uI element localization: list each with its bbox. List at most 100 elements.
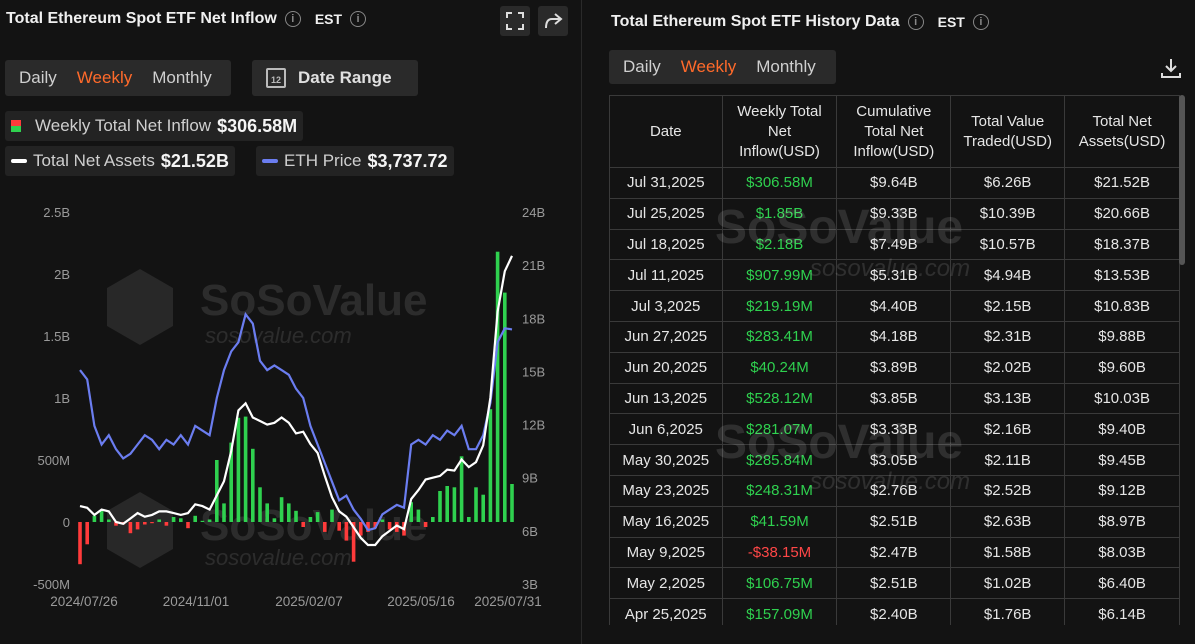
inflow-chart: SoSoValuesosovalue.comSoSoValuesosovalue…	[0, 195, 575, 615]
inflow-bar	[323, 522, 327, 532]
col-total-value-traded[interactable]: Total Value Traded(USD)	[951, 96, 1065, 168]
cell-date: Jul 31,2025	[610, 168, 723, 199]
inflow-bar	[244, 417, 248, 522]
inflow-bar	[337, 522, 341, 531]
history-table-wrap[interactable]: Date Weekly Total Net Inflow(USD) Cumula…	[609, 95, 1180, 625]
inflow-bar	[474, 487, 478, 522]
inflow-bar	[222, 503, 226, 522]
inflow-bar	[438, 491, 442, 522]
col-total-net-assets[interactable]: Total Net Assets(USD)	[1065, 96, 1180, 168]
share-icon[interactable]	[538, 6, 568, 36]
table-row[interactable]: May 9,2025-$38.15M$2.47B$1.58B$8.03B	[610, 537, 1180, 568]
table-row[interactable]: Jul 25,2025$1.85B$9.33B$10.39B$20.66B	[610, 198, 1180, 229]
chart-interval-tabs: Daily Weekly Monthly	[5, 60, 231, 96]
table-row[interactable]: May 23,2025$248.31M$2.76B$2.52B$9.12B	[610, 475, 1180, 506]
cell-total-net-assets: $9.12B	[1065, 475, 1180, 506]
table-timezone-info-icon[interactable]: i	[973, 14, 989, 30]
info-icon[interactable]: i	[285, 11, 301, 27]
inflow-bar	[287, 503, 291, 522]
tab-monthly[interactable]: Monthly	[142, 68, 222, 88]
chart-title-row: Total Ethereum Spot ETF Net Inflow i EST…	[6, 10, 366, 28]
cell-date: Jun 20,2025	[610, 352, 723, 383]
right-axis-tick: 18B	[522, 311, 545, 326]
legend-inflow-value: $306.58M	[217, 116, 297, 137]
inflow-bar	[93, 516, 97, 522]
cell-date: Jul 11,2025	[610, 260, 723, 291]
cell-total-net-assets: $21.52B	[1065, 168, 1180, 199]
cell-total-net-assets: $10.03B	[1065, 383, 1180, 414]
cell-weekly-inflow: $281.07M	[722, 414, 837, 445]
table-row[interactable]: Jun 13,2025$528.12M$3.85B$3.13B$10.03B	[610, 383, 1180, 414]
col-weekly-inflow[interactable]: Weekly Total Net Inflow(USD)	[722, 96, 837, 168]
expand-icon[interactable]	[500, 6, 530, 36]
table-row[interactable]: Apr 25,2025$157.09M$2.40B$1.76B$6.14B	[610, 599, 1180, 625]
cell-weekly-inflow: $306.58M	[722, 168, 837, 199]
inflow-bar	[129, 522, 133, 533]
table-row[interactable]: May 16,2025$41.59M$2.51B$2.63B$8.97B	[610, 506, 1180, 537]
cell-date: Apr 25,2025	[610, 599, 723, 625]
cell-cumulative-inflow: $2.47B	[837, 537, 951, 568]
inflow-bar	[143, 522, 147, 525]
table-header-row: Date Weekly Total Net Inflow(USD) Cumula…	[610, 96, 1180, 168]
table-row[interactable]: Jul 3,2025$219.19M$4.40B$2.15B$10.83B	[610, 291, 1180, 322]
table-row[interactable]: Jun 6,2025$281.07M$3.33B$2.16B$9.40B	[610, 414, 1180, 445]
cell-weekly-inflow: $285.84M	[722, 445, 837, 476]
cell-weekly-inflow: $41.59M	[722, 506, 837, 537]
inflow-bar	[208, 520, 212, 523]
cell-weekly-inflow: $1.85B	[722, 198, 837, 229]
cell-total-value-traded: $10.57B	[951, 229, 1065, 260]
inflow-bar	[107, 520, 111, 523]
table-row[interactable]: Jun 27,2025$283.41M$4.18B$2.31B$9.88B	[610, 321, 1180, 352]
inflow-chart-panel: Total Ethereum Spot ETF Net Inflow i EST…	[0, 0, 575, 644]
tab-daily[interactable]: Daily	[9, 68, 67, 88]
table-scrollbar[interactable]	[1179, 95, 1185, 265]
cell-cumulative-inflow: $3.05B	[837, 445, 951, 476]
table-row[interactable]: May 2,2025$106.75M$2.51B$1.02B$6.40B	[610, 568, 1180, 599]
legend-assets-value: $21.52B	[161, 151, 229, 172]
cell-cumulative-inflow: $3.33B	[837, 414, 951, 445]
left-axis-tick: -500M	[33, 577, 70, 592]
left-axis-tick: 1.5B	[43, 329, 70, 344]
table-tab-weekly[interactable]: Weekly	[671, 57, 746, 77]
right-axis-tick: 21B	[522, 258, 545, 273]
assets-swatch	[11, 159, 27, 163]
col-date[interactable]: Date	[610, 96, 723, 168]
inflow-bar	[388, 522, 392, 529]
cell-date: Jun 13,2025	[610, 383, 723, 414]
table-row[interactable]: Jun 20,2025$40.24M$3.89B$2.02B$9.60B	[610, 352, 1180, 383]
inflow-bar	[453, 487, 457, 522]
table-row[interactable]: Jul 31,2025$306.58M$9.64B$6.26B$21.52B	[610, 168, 1180, 199]
inflow-bar	[445, 486, 449, 522]
history-table: Date Weekly Total Net Inflow(USD) Cumula…	[609, 95, 1180, 625]
legend-price-value: $3,737.72	[367, 151, 447, 172]
table-row[interactable]: Jul 11,2025$907.99M$5.31B$4.94B$13.53B	[610, 260, 1180, 291]
table-info-icon[interactable]: i	[908, 14, 924, 30]
cell-total-value-traded: $2.63B	[951, 506, 1065, 537]
legend-assets[interactable]: Total Net Assets $21.52B	[5, 146, 235, 176]
chart-title: Total Ethereum Spot ETF Net Inflow	[6, 10, 277, 28]
cell-weekly-inflow: $40.24M	[722, 352, 837, 383]
table-tab-daily[interactable]: Daily	[613, 57, 671, 77]
download-icon[interactable]	[1159, 56, 1185, 82]
cell-weekly-inflow: $907.99M	[722, 260, 837, 291]
inflow-bar	[258, 487, 262, 522]
legend-inflow[interactable]: Weekly Total Net Inflow $306.58M	[5, 111, 303, 141]
inflow-bar	[460, 456, 464, 522]
table-row[interactable]: May 30,2025$285.84M$3.05B$2.11B$9.45B	[610, 445, 1180, 476]
table-row[interactable]: Jul 18,2025$2.18B$7.49B$10.57B$18.37B	[610, 229, 1180, 260]
cell-cumulative-inflow: $9.64B	[837, 168, 951, 199]
col-cumulative-inflow[interactable]: Cumulative Total Net Inflow(USD)	[837, 96, 951, 168]
watermark-url: sosovalue.com	[205, 323, 352, 348]
legend-assets-label: Total Net Assets	[33, 151, 155, 171]
date-range-button[interactable]: 12 Date Range	[252, 60, 418, 96]
tab-weekly[interactable]: Weekly	[67, 68, 142, 88]
table-tab-monthly[interactable]: Monthly	[746, 57, 826, 77]
cell-total-value-traded: $6.26B	[951, 168, 1065, 199]
inflow-bar	[359, 522, 363, 536]
timezone-info-icon[interactable]: i	[350, 11, 366, 27]
cell-date: Jul 18,2025	[610, 229, 723, 260]
legend-price[interactable]: ETH Price $3,737.72	[256, 146, 454, 176]
cell-total-net-assets: $13.53B	[1065, 260, 1180, 291]
cell-cumulative-inflow: $2.40B	[837, 599, 951, 625]
inflow-bar	[78, 522, 82, 564]
